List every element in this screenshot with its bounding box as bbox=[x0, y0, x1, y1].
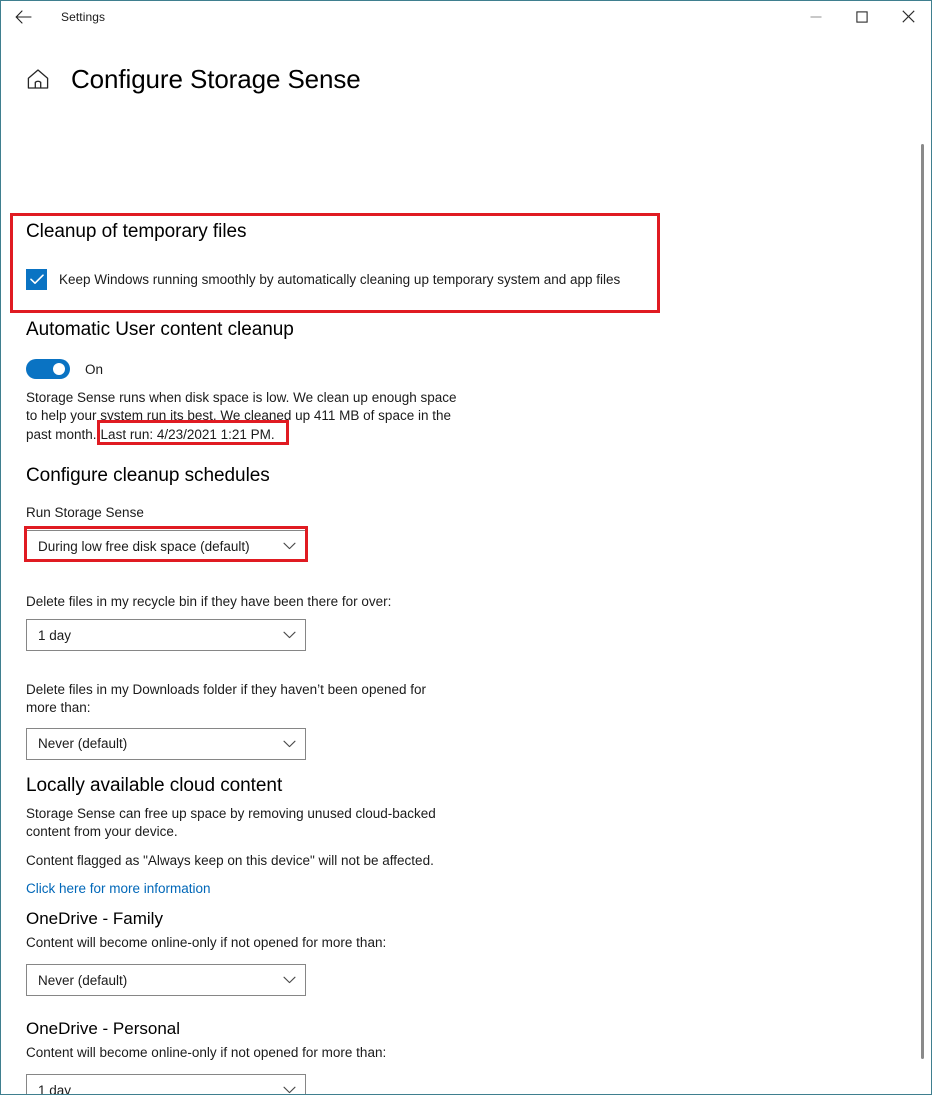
toggle-knob bbox=[53, 363, 65, 375]
maximize-icon bbox=[856, 10, 868, 23]
vertical-scrollbar-thumb[interactable] bbox=[921, 144, 924, 1059]
run-storage-sense-value: During low free disk space (default) bbox=[38, 538, 250, 554]
chevron-down-icon bbox=[283, 542, 296, 550]
auto-cleanup-description-line-2: to help your system run its best. We cle… bbox=[26, 408, 451, 424]
onedrive-family-dropdown[interactable]: Never (default) bbox=[26, 964, 306, 996]
run-storage-sense-dropdown[interactable]: During low free disk space (default) bbox=[26, 530, 306, 562]
back-button[interactable] bbox=[1, 2, 45, 33]
caption-buttons bbox=[793, 1, 931, 32]
onedrive-personal-dropdown[interactable]: 1 day bbox=[26, 1074, 306, 1095]
back-arrow-icon bbox=[15, 10, 32, 24]
section-temp-files: Cleanup of temporary files Keep Windows … bbox=[1, 221, 620, 290]
onedrive-family-description: Content will become online-only if not o… bbox=[26, 935, 387, 950]
downloads-label: Delete files in my Downloads folder if t… bbox=[26, 681, 426, 718]
auto-cleanup-heading: Automatic User content cleanup bbox=[26, 319, 294, 340]
section-auto-cleanup: Automatic User content cleanup On Storag… bbox=[1, 319, 457, 444]
maximize-button[interactable] bbox=[839, 1, 885, 32]
section-cloud-content: Locally available cloud content Storage … bbox=[1, 775, 436, 898]
auto-cleanup-description-line-3: past month. Last run: 4/23/2021 1:21 PM. bbox=[26, 426, 457, 444]
checkmark-icon bbox=[29, 274, 44, 285]
app-title: Settings bbox=[61, 10, 106, 24]
home-icon[interactable] bbox=[23, 64, 53, 94]
page-title: Configure Storage Sense bbox=[71, 64, 361, 94]
downloads-label-line-2: more than: bbox=[26, 700, 91, 716]
auto-cleanup-description-line-3-prefix: past month. bbox=[26, 426, 97, 442]
section-onedrive-family: OneDrive - Family Content will become on… bbox=[1, 909, 386, 996]
auto-cleanup-description: Storage Sense runs when disk space is lo… bbox=[26, 389, 457, 444]
section-onedrive-personal: OneDrive - Personal Content will become … bbox=[1, 1019, 387, 1095]
toggle-state-label: On bbox=[85, 361, 104, 377]
cloud-content-description: Storage Sense can free up space by remov… bbox=[26, 805, 436, 842]
auto-cleanup-toggle-row[interactable]: On bbox=[26, 359, 457, 379]
minimize-icon bbox=[810, 11, 822, 23]
cloud-content-note: Content flagged as "Always keep on this … bbox=[26, 852, 434, 868]
vertical-scrollbar-track[interactable] bbox=[918, 34, 928, 1093]
cleanup-schedules-heading: Configure cleanup schedules bbox=[26, 465, 270, 486]
downloads-value: Never (default) bbox=[38, 736, 128, 752]
onedrive-personal-value: 1 day bbox=[38, 1082, 72, 1095]
downloads-label-line-1: Delete files in my Downloads folder if t… bbox=[26, 682, 426, 697]
cloud-content-more-info-link-wrap: Click here for more information bbox=[26, 880, 436, 898]
temp-files-heading: Cleanup of temporary files bbox=[26, 221, 247, 242]
page-header: Configure Storage Sense bbox=[1, 33, 931, 103]
cloud-content-description-line-2: content from your device. bbox=[26, 824, 178, 840]
chevron-down-icon bbox=[283, 740, 296, 748]
temp-files-checkbox[interactable] bbox=[26, 269, 47, 290]
cloud-content-description-line-1: Storage Sense can free up space by remov… bbox=[26, 806, 436, 821]
chevron-down-icon bbox=[283, 1086, 296, 1094]
temp-files-checkbox-row[interactable]: Keep Windows running smoothly by automat… bbox=[26, 269, 620, 290]
more-information-link[interactable]: Click here for more information bbox=[26, 881, 211, 896]
last-run-text: Last run: 4/23/2021 1:21 PM. bbox=[100, 426, 275, 442]
minimize-button[interactable] bbox=[793, 1, 839, 32]
title-bar: Settings bbox=[1, 1, 931, 33]
recycle-bin-value: 1 day bbox=[38, 627, 72, 643]
downloads-dropdown[interactable]: Never (default) bbox=[26, 727, 306, 760]
section-cleanup-schedules: Configure cleanup schedules Run Storage … bbox=[1, 465, 426, 760]
close-icon bbox=[901, 10, 915, 23]
run-storage-sense-label: Run Storage Sense bbox=[26, 505, 144, 520]
temp-files-checkbox-label: Keep Windows running smoothly by automat… bbox=[59, 272, 621, 287]
recycle-bin-dropdown[interactable]: 1 day bbox=[26, 619, 306, 651]
close-button[interactable] bbox=[885, 1, 931, 32]
onedrive-family-heading: OneDrive - Family bbox=[26, 909, 163, 928]
chevron-down-icon bbox=[283, 976, 296, 984]
recycle-bin-label: Delete files in my recycle bin if they h… bbox=[26, 594, 392, 609]
onedrive-personal-description: Content will become online-only if not o… bbox=[26, 1045, 387, 1060]
onedrive-family-value: Never (default) bbox=[38, 972, 128, 988]
auto-cleanup-description-line-1: Storage Sense runs when disk space is lo… bbox=[26, 390, 457, 405]
settings-window: Settings Configure Storage Sense Cleanup… bbox=[0, 0, 932, 1095]
onedrive-personal-heading: OneDrive - Personal bbox=[26, 1019, 181, 1038]
cloud-content-heading: Locally available cloud content bbox=[26, 775, 283, 796]
storage-sense-toggle[interactable] bbox=[26, 359, 70, 379]
chevron-down-icon bbox=[283, 631, 296, 639]
